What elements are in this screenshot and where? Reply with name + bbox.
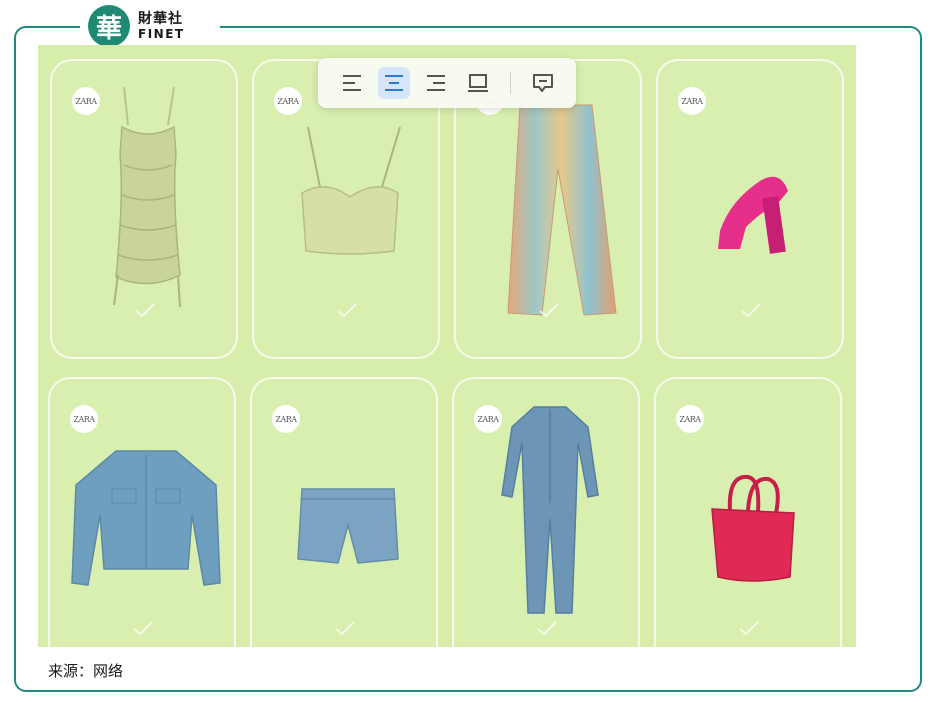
slip-dress-icon <box>113 86 181 308</box>
check-icon <box>537 621 557 636</box>
align-right-icon <box>427 75 445 91</box>
check-icon <box>133 621 153 636</box>
product-card-denim-shorts: ZARA <box>250 377 438 647</box>
align-center-icon <box>385 75 403 91</box>
align-left-button[interactable] <box>336 67 368 99</box>
check-icon <box>135 303 155 318</box>
align-center-button[interactable] <box>378 67 410 99</box>
product-card-tote-bag: ZARA <box>654 377 842 647</box>
display-block-button[interactable] <box>462 67 494 99</box>
zara-badge: ZARA <box>274 87 302 115</box>
toolbar-divider <box>510 72 511 94</box>
align-right-button[interactable] <box>420 67 452 99</box>
align-left-icon <box>343 75 361 91</box>
zara-badge: ZARA <box>474 405 502 433</box>
zara-badge: ZARA <box>272 405 300 433</box>
check-icon <box>741 303 761 318</box>
check-icon <box>335 621 355 636</box>
product-card-denim-jacket: ZARA <box>48 377 236 647</box>
product-card-denim-jumpsuit: ZARA <box>452 377 640 647</box>
product-card-platform-heel: ZARA <box>656 59 844 359</box>
display-block-icon <box>468 74 488 92</box>
denim-shorts-icon <box>297 488 399 564</box>
check-icon <box>337 303 357 318</box>
zara-badge: ZARA <box>70 405 98 433</box>
denim-jumpsuit-icon <box>501 406 599 614</box>
logo-mark: 華 <box>88 5 130 47</box>
check-icon <box>739 621 759 636</box>
image-source-caption: 来源：网络 <box>48 662 124 680</box>
platform-heel-icon <box>718 176 788 254</box>
comment-icon <box>533 74 553 92</box>
product-card-slip-dress: ZARA <box>50 59 238 359</box>
logo-name-en: FINET <box>138 27 185 41</box>
denim-jacket-icon <box>71 450 221 586</box>
zara-badge: ZARA <box>678 87 706 115</box>
tote-bag-icon <box>711 474 795 582</box>
product-grid-image[interactable]: ZARA ZARA ZARA ZARA ZARA ZARA ZARA <box>38 45 856 647</box>
image-align-toolbar <box>318 58 576 108</box>
comment-button[interactable] <box>527 67 559 99</box>
check-icon <box>539 303 559 318</box>
zara-badge: ZARA <box>676 405 704 433</box>
gradient-jeans-icon <box>507 104 617 316</box>
logo-name-cn: 財華社 <box>138 11 183 27</box>
zara-badge: ZARA <box>72 87 100 115</box>
crop-top-icon <box>301 126 401 255</box>
